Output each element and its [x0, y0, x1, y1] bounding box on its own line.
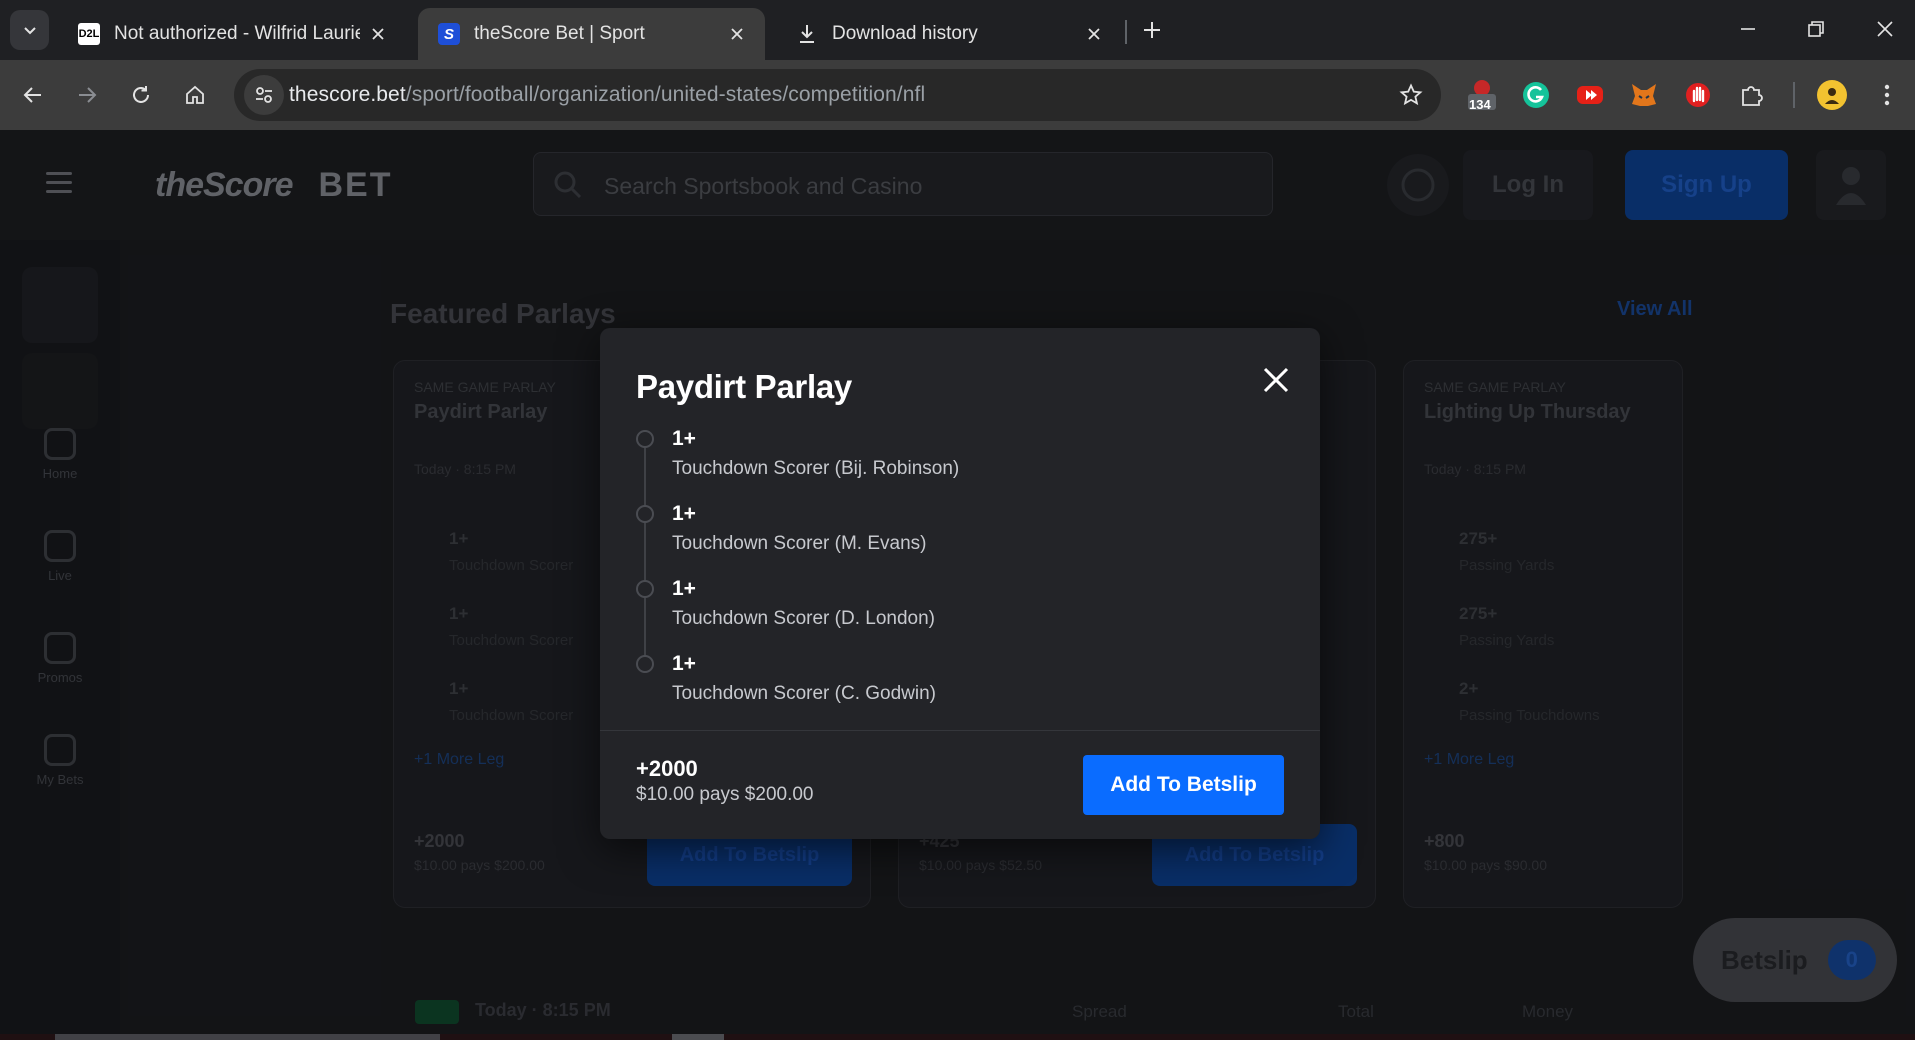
- arrow-left-icon: [23, 87, 41, 103]
- youtube-icon: [1577, 86, 1603, 104]
- legs-connector-line: [644, 440, 646, 665]
- extension-badge-button[interactable]: 134: [1463, 76, 1501, 114]
- url-path: /sport/football/organization/united-stat…: [405, 83, 926, 106]
- tune-icon: [256, 87, 272, 103]
- tab-title: Download history: [832, 23, 978, 44]
- tab-d2l[interactable]: D2L Not authorized - Wilfrid Laurier: [58, 8, 406, 60]
- add-to-betslip-button[interactable]: Add To Betslip: [1083, 755, 1284, 815]
- modal-title: Paydirt Parlay: [636, 368, 852, 405]
- new-tab-button[interactable]: [1132, 12, 1172, 48]
- close-icon: [1877, 21, 1893, 37]
- restore-button[interactable]: [1786, 8, 1846, 50]
- hand-stop-icon: [1686, 83, 1710, 107]
- grammarly-extension-button[interactable]: [1517, 76, 1555, 114]
- extensions-menu-button[interactable]: [1733, 76, 1771, 114]
- grammarly-icon: [1523, 82, 1549, 108]
- browser-toolbar: thescore.bet/sport/football/organization…: [0, 60, 1915, 130]
- address-bar[interactable]: thescore.bet/sport/football/organization…: [234, 69, 1441, 121]
- extension-badge-count: 134: [1469, 97, 1491, 112]
- tab-search-button[interactable]: [10, 10, 49, 50]
- more-vertical-icon: [1884, 84, 1890, 106]
- close-tab-button[interactable]: [719, 16, 755, 52]
- browser-menu-button[interactable]: [1868, 76, 1906, 114]
- restore-icon: [1808, 21, 1824, 37]
- minimize-icon: [1741, 28, 1755, 30]
- close-tab-button[interactable]: [360, 16, 396, 52]
- puzzle-icon: [1742, 86, 1763, 106]
- modal-divider: [600, 730, 1320, 731]
- url-host: thescore.bet: [289, 83, 406, 106]
- chevron-down-icon: [23, 27, 36, 35]
- minimize-button[interactable]: [1718, 8, 1778, 50]
- close-icon: [372, 28, 384, 40]
- tab-separator: [1125, 20, 1127, 44]
- arrow-right-icon: [79, 87, 97, 103]
- reload-icon: [133, 86, 149, 103]
- forward-button[interactable]: [66, 74, 108, 116]
- close-tab-button[interactable]: [1076, 16, 1112, 52]
- profile-avatar-button[interactable]: [1813, 76, 1851, 114]
- leg-description: Touchdown Scorer (M. Evans): [672, 533, 927, 554]
- leg-description: Touchdown Scorer (C. Godwin): [672, 683, 936, 704]
- leg-description: Touchdown Scorer (Bij. Robinson): [672, 458, 960, 479]
- download-icon: [796, 23, 818, 45]
- tab-title: theScore Bet | Sport: [474, 23, 645, 44]
- fox-icon: [1632, 84, 1656, 106]
- leg-description: Touchdown Scorer (D. London): [672, 608, 935, 629]
- thescore-favicon-icon: S: [438, 23, 460, 45]
- leg-value: 1+: [672, 427, 696, 450]
- toolbar-divider: [1793, 82, 1795, 108]
- modal-close-button[interactable]: [1256, 360, 1296, 400]
- d2l-favicon-icon: D2L: [78, 23, 100, 45]
- site-info-button[interactable]: [244, 75, 284, 115]
- leg-value: 1+: [672, 577, 696, 600]
- reload-button[interactable]: [120, 74, 162, 116]
- adblock-extension-button[interactable]: [1679, 76, 1717, 114]
- leg-value: 1+: [672, 652, 696, 675]
- plus-icon: [1144, 22, 1160, 38]
- close-window-button[interactable]: [1855, 8, 1915, 50]
- url-text[interactable]: thescore.bet/sport/football/organization…: [289, 83, 925, 107]
- youtube-extension-button[interactable]: [1571, 76, 1609, 114]
- close-icon: [1263, 367, 1289, 393]
- star-icon: [1399, 83, 1423, 106]
- leg-value: 1+: [672, 502, 696, 525]
- back-button[interactable]: [12, 74, 54, 116]
- home-button[interactable]: [174, 74, 216, 116]
- bookmark-button[interactable]: [1397, 81, 1425, 109]
- modal-odds: +2000: [636, 756, 698, 781]
- modal-payout: $10.00 pays $200.00: [636, 784, 814, 805]
- parlay-detail-modal: Paydirt Parlay 1+ Touchdown Scorer (Bij.…: [600, 328, 1320, 839]
- metamask-extension-button[interactable]: [1625, 76, 1663, 114]
- tab-downloads[interactable]: Download history: [776, 8, 1122, 60]
- leg-marker: [636, 505, 654, 523]
- avatar-icon: [1817, 80, 1847, 110]
- leg-marker: [636, 580, 654, 598]
- close-icon: [731, 28, 743, 40]
- leg-marker: [636, 655, 654, 673]
- browser-tabstrip: D2L Not authorized - Wilfrid Laurier S t…: [0, 0, 1915, 60]
- close-icon: [1088, 28, 1100, 40]
- leg-marker: [636, 430, 654, 448]
- home-icon: [186, 85, 204, 104]
- tab-title: Not authorized - Wilfrid Laurier: [114, 23, 360, 44]
- tab-thescore[interactable]: S theScore Bet | Sport: [418, 8, 765, 60]
